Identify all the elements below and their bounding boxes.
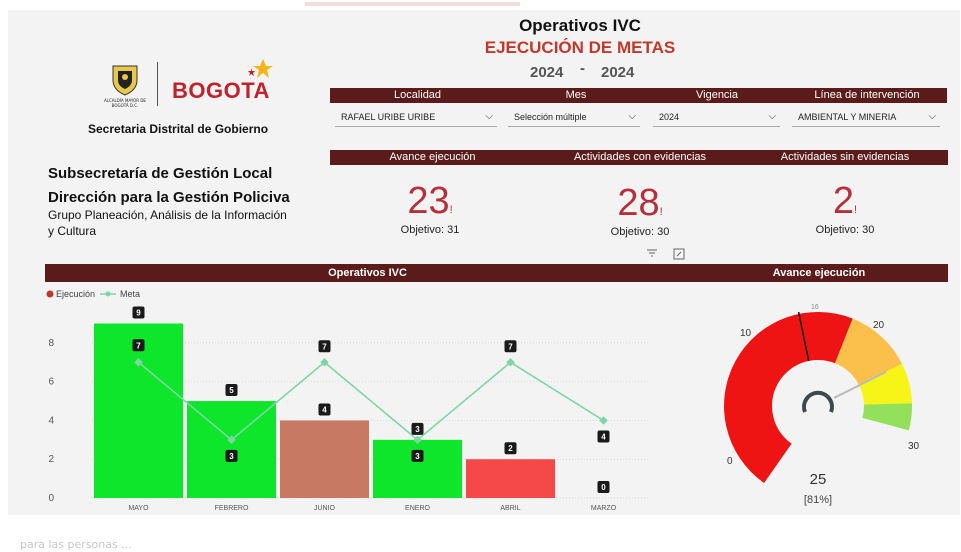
page-title: Operativos IVC — [519, 16, 641, 35]
filter-header-localidad: Localidad — [330, 88, 505, 103]
org-line4: y Cultura — [48, 224, 97, 238]
star-icon — [248, 59, 273, 78]
filter-mes-select[interactable]: Selección múltiple ⌵ — [508, 108, 640, 127]
filter-icon[interactable] — [646, 248, 658, 258]
gauge-hub — [802, 390, 834, 413]
gauge-chart: 0 10 16 20 30 25 [81%] — [724, 304, 920, 506]
chart-legend: Ejecución Meta — [46, 289, 140, 299]
y-tick-label: 6 — [48, 377, 54, 388]
meta-data-label: 7 — [508, 342, 513, 351]
exec-data-label: 5 — [229, 386, 234, 395]
chevron-down-icon: ⌵ — [485, 111, 493, 122]
year-to: 2024 — [601, 64, 635, 81]
legend-meta-dot — [105, 291, 111, 297]
page-subtitle: EJECUCIÓN DE METAS — [484, 38, 676, 57]
filter-header-vigencia: Vigencia — [647, 88, 787, 103]
gauge-value: 25 — [810, 471, 827, 488]
filter-vigencia-select[interactable]: 2024 ⌵ — [653, 108, 780, 127]
bar — [280, 420, 369, 498]
org-line3: Grupo Planeación, Análisis de la Informa… — [48, 208, 287, 222]
bar-chart-header: Operativos IVC — [45, 264, 690, 282]
y-tick-label: 2 — [48, 454, 54, 465]
kpi-con-evidencias-number: 28 — [617, 182, 660, 224]
gauge-label-target: 16 — [811, 304, 819, 311]
meta-data-label: 7 — [136, 341, 141, 350]
meta-data-label: 7 — [322, 342, 327, 351]
gauge-label-20: 20 — [873, 320, 885, 331]
meta-data-label: 3 — [415, 452, 420, 461]
x-tick-label: MARZO — [591, 505, 617, 512]
kpi-sin-evidencias-flag: ! — [854, 204, 858, 216]
legend-exec-label: Ejecución — [56, 289, 95, 299]
exec-data-label: 0 — [601, 483, 606, 492]
legend-meta-label: Meta — [120, 289, 140, 299]
filter-header-linea: Línea de intervención — [787, 88, 947, 103]
y-tick-label: 8 — [48, 338, 54, 349]
kpi-con-evidencias-objective: Objetivo: 30 — [610, 226, 670, 238]
filter-header-mes: Mes — [505, 88, 647, 103]
gauge-label-10: 10 — [740, 328, 752, 339]
entity-name: Secretaria Distrital de Gobierno — [88, 122, 269, 136]
y-tick-label: 0 — [48, 493, 54, 504]
bar-line-chart: Ejecución Meta 0 2 4 6 8 MAYO FEBRERO JUNIO ENE… — [46, 289, 650, 512]
footer-blurred-text: para las personas ... — [20, 538, 132, 551]
kpi-avance-flag: ! — [449, 204, 453, 216]
gauge-label-max: 30 — [908, 441, 920, 452]
x-tick-label: ABRIL — [500, 505, 520, 512]
bar — [373, 439, 462, 498]
gauge-band — [862, 403, 912, 431]
year-separator: - — [580, 60, 585, 77]
filter-linea-value: AMBIENTAL Y MINERIA — [798, 112, 897, 122]
kpi-avance-objective: Objetivo: 31 — [400, 224, 460, 236]
x-tick-label: JUNIO — [314, 505, 336, 512]
chevron-down-icon: ⌵ — [928, 111, 936, 122]
kpi-sin-evidencias-value: 2! — [795, 180, 895, 223]
exec-data-label: 3 — [415, 425, 420, 434]
meta-data-label: 3 — [229, 452, 234, 461]
filter-linea-select[interactable]: AMBIENTAL Y MINERIA ⌵ — [792, 108, 940, 127]
top-scroll-strip — [305, 2, 520, 6]
kpi-sin-evidencias-number: 2 — [832, 180, 855, 222]
kpi-sin-evidencias-objective: Objetivo: 30 — [815, 224, 875, 236]
filter-vigencia-value: 2024 — [659, 112, 680, 122]
org-line1: Subsecretaría de Gestión Local — [48, 165, 273, 182]
year-from: 2024 — [530, 64, 564, 81]
meta-point — [599, 416, 608, 425]
legend-exec-marker — [46, 290, 54, 298]
x-tick-label: ENERO — [405, 505, 430, 512]
chevron-down-icon: ⌵ — [768, 111, 776, 122]
gauge-label-min: 0 — [727, 456, 733, 467]
gauge-percent: [81%] — [804, 494, 832, 506]
exec-data-label: 2 — [508, 444, 513, 453]
expand-icon[interactable] — [673, 248, 685, 260]
x-tick-label: FEBRERO — [215, 505, 249, 512]
bar — [187, 401, 276, 498]
kpi-header-con-evidencias: Actividades con evidencias — [535, 150, 745, 165]
kpi-header-avance: Avance ejecución — [330, 150, 535, 165]
filter-localidad-select[interactable]: RAFAEL URIBE URIBE ⌵ — [335, 108, 497, 127]
logo-block: ALCALDÍA MAYOR DE BOGOTÁ D.C. BOGOTA — [100, 58, 290, 118]
kpi-header-sin-evidencias: Actividades sin evidencias — [742, 150, 948, 165]
kpi-con-evidencias-value: 28! — [590, 182, 690, 225]
chevron-down-icon: ⌵ — [628, 111, 636, 122]
kpi-avance-number: 23 — [407, 180, 450, 222]
filter-localidad-value: RAFAEL URIBE URIBE — [341, 112, 436, 122]
org-line2: Dirección para la Gestión Policiva — [48, 189, 290, 206]
kpi-con-evidencias-flag: ! — [659, 206, 663, 218]
crest-icon — [112, 65, 138, 96]
y-tick-label: 4 — [48, 415, 54, 426]
x-tick-label: MAYO — [128, 505, 149, 512]
crest-caption: ALCALDÍA MAYOR DE BOGOTÁ D.C. — [104, 98, 146, 108]
bogota-brand: BOGOTA — [172, 78, 270, 103]
logo-divider — [157, 62, 158, 106]
filter-mes-value: Selección múltiple — [514, 112, 587, 122]
gauge-header: Avance ejecución — [690, 264, 948, 282]
kpi-avance-value: 23! — [380, 180, 480, 223]
bar — [466, 459, 555, 498]
exec-data-label: 4 — [322, 405, 327, 414]
meta-data-label: 4 — [601, 432, 606, 441]
exec-data-label: 9 — [136, 309, 141, 318]
